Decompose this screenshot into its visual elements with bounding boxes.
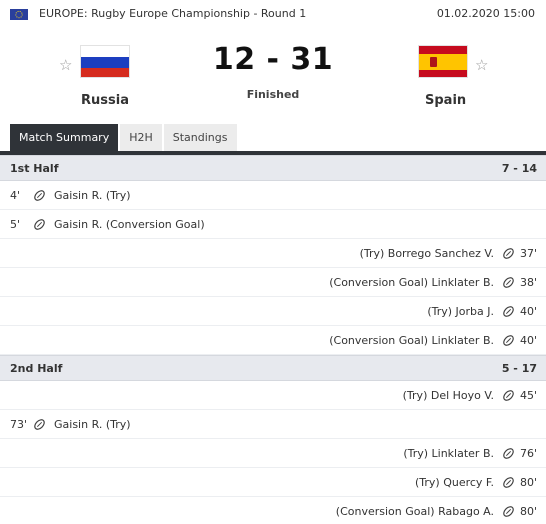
event-row: 4' Gaisin R. (Try) [0,181,546,210]
event-minute: 38' [519,276,537,289]
spain-flag-icon[interactable] [418,45,468,78]
event-description[interactable]: (Try) Linklater B. [403,447,494,460]
half-score: 5 - 17 [501,362,537,375]
event-row: 73' Gaisin R. (Try) [0,410,546,439]
event-description[interactable]: (Try) Del Hoyo V. [403,389,494,402]
half-score: 7 - 14 [501,162,537,175]
europe-flag-icon [10,9,28,20]
event-minute: 40' [519,334,537,347]
away-favorite-star-icon[interactable]: ☆ [475,56,488,74]
rugby-ball-icon [502,505,515,518]
event-minute: 5' [10,218,21,231]
rugby-ball-icon [33,218,46,231]
event-minute: 73' [10,418,28,431]
event-description[interactable]: Gaisin R. (Try) [54,418,131,431]
event-row: 80' (Conversion Goal) Rabago A. [0,497,546,524]
tab-h2h[interactable]: H2H [120,124,162,151]
event-minute: 40' [519,305,537,318]
event-row: 40' (Try) Jorba J. [0,297,546,326]
tab-bar: Match Summary H2H Standings [10,124,239,151]
event-description[interactable]: Gaisin R. (Try) [54,189,131,202]
event-row: 37' (Try) Borrego Sanchez V. [0,239,546,268]
event-minute: 45' [519,389,537,402]
competition-name[interactable]: EUROPE: Rugby Europe Championship - Roun… [39,7,306,20]
event-description[interactable]: Gaisin R. (Conversion Goal) [54,218,205,231]
event-description[interactable]: (Conversion Goal) Linklater B. [329,334,494,347]
competition-header: EUROPE: Rugby Europe Championship - Roun… [0,0,546,26]
rugby-ball-icon [502,247,515,260]
event-row: 38' (Conversion Goal) Linklater B. [0,268,546,297]
away-team-name[interactable]: Spain [425,93,466,108]
event-description[interactable]: (Try) Quercy F. [415,476,494,489]
event-minute: 80' [519,505,537,518]
rugby-ball-icon [502,447,515,460]
event-row: 45' (Try) Del Hoyo V. [0,381,546,410]
event-minute: 4' [10,189,21,202]
rugby-ball-icon [33,418,46,431]
rugby-ball-icon [502,476,515,489]
tab-match-summary[interactable]: Match Summary [10,124,119,151]
rugby-ball-icon [502,276,515,289]
half-label: 1st Half [10,162,59,175]
event-description[interactable]: (Conversion Goal) Rabago A. [336,505,494,518]
event-minute: 80' [519,476,537,489]
match-date: 01.02.2020 15:00 [436,7,535,20]
event-row: 40' (Conversion Goal) Linklater B. [0,326,546,355]
event-row: 76' (Try) Linklater B. [0,439,546,468]
half-header: 1st Half 7 - 14 [0,155,546,181]
half-label: 2nd Half [10,362,63,375]
event-minute: 76' [519,447,537,460]
rugby-ball-icon [502,305,515,318]
half-header: 2nd Half 5 - 17 [0,355,546,381]
event-row: 5' Gaisin R. (Conversion Goal) [0,210,546,239]
event-description[interactable]: (Conversion Goal) Linklater B. [329,276,494,289]
rugby-ball-icon [502,389,515,402]
event-minute: 37' [519,247,537,260]
rugby-ball-icon [33,189,46,202]
tab-standings[interactable]: Standings [163,124,237,151]
event-description[interactable]: (Try) Jorba J. [427,305,494,318]
event-row: 80' (Try) Quercy F. [0,468,546,497]
rugby-ball-icon [502,334,515,347]
event-description[interactable]: (Try) Borrego Sanchez V. [360,247,494,260]
